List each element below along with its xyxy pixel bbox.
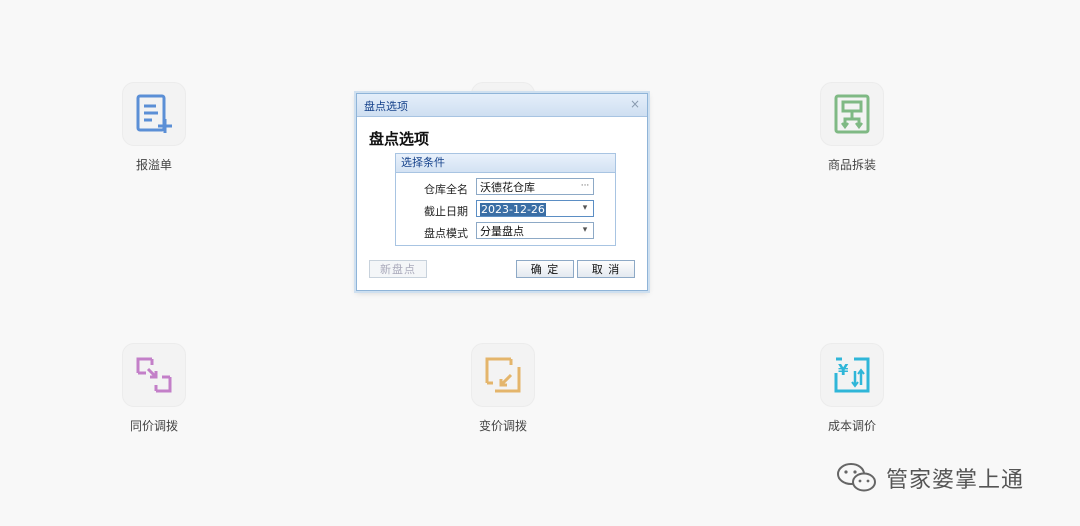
wechat-icon	[837, 463, 876, 492]
chevron-down-icon[interactable]: ▾	[577, 201, 593, 216]
cutoff-date-row: 截止日期 2023-12-26 ▾	[396, 200, 615, 218]
warehouse-value: 沃德花仓库	[480, 181, 535, 194]
new-count-button[interactable]: 新盘点	[369, 260, 427, 278]
warehouse-field[interactable]: 沃德花仓库 ···	[476, 178, 594, 195]
watermark-text: 管家婆掌上通	[886, 468, 1025, 493]
fieldset-title: 选择条件	[396, 154, 615, 173]
count-mode-select[interactable]: 分量盘点 ▾	[476, 222, 594, 239]
confirm-button[interactable]: 确 定	[516, 260, 574, 278]
warehouse-row: 仓库全名 沃德花仓库 ···	[396, 178, 615, 196]
tile-label: 成本调价	[827, 419, 876, 433]
dialog-titlebar[interactable]: 盘点选项 ×	[357, 94, 647, 117]
inventory-count-options-dialog: 盘点选项 × 盘点选项 选择条件 仓库全名 沃德花仓库 ··· 截止日期 202…	[356, 93, 648, 291]
transfer-icon	[136, 357, 172, 393]
tile-product-split[interactable]: 商品拆装	[792, 82, 912, 173]
price-transfer-icon	[485, 357, 521, 393]
tile-same-price-transfer[interactable]: 同价调拨	[94, 343, 214, 434]
tile-icon-box	[122, 82, 186, 146]
cutoff-date-label: 截止日期	[424, 205, 468, 218]
cutoff-date-field[interactable]: 2023-12-26 ▾	[476, 200, 594, 217]
document-add-icon	[136, 94, 172, 133]
count-mode-row: 盘点模式 分量盘点 ▾	[396, 222, 615, 240]
tile-icon-box: ¥	[820, 343, 884, 407]
warehouse-label: 仓库全名	[424, 183, 468, 196]
count-mode-value: 分量盘点	[480, 225, 524, 238]
cutoff-date-value: 2023-12-26	[480, 203, 546, 216]
tile-price-change-transfer[interactable]: 变价调拨	[443, 343, 563, 434]
tile-icon-box	[471, 343, 535, 407]
tile-overflow-report[interactable]: 报溢单	[94, 82, 214, 173]
ellipsis-button[interactable]: ···	[577, 179, 593, 194]
cancel-button[interactable]: 取 消	[577, 260, 635, 278]
split-assembly-icon	[834, 94, 870, 134]
tile-icon-box	[122, 343, 186, 407]
svg-text:¥: ¥	[838, 361, 849, 379]
count-mode-label: 盘点模式	[424, 227, 468, 240]
criteria-fieldset: 选择条件 仓库全名 沃德花仓库 ··· 截止日期 2023-12-26 ▾ 盘点…	[395, 153, 616, 246]
close-icon[interactable]: ×	[630, 97, 640, 111]
watermark: 管家婆掌上通	[836, 460, 1024, 496]
tile-label: 变价调拨	[478, 419, 527, 433]
tile-icon-box	[820, 82, 884, 146]
chevron-down-icon[interactable]: ▾	[577, 223, 593, 238]
tile-label: 商品拆装	[827, 158, 876, 172]
tile-label: 报溢单	[135, 158, 172, 172]
cost-adjust-icon: ¥	[834, 357, 870, 393]
tile-cost-adjust[interactable]: ¥ 成本调价	[792, 343, 912, 434]
tile-label: 同价调拨	[129, 419, 178, 433]
dialog-heading: 盘点选项	[369, 130, 430, 148]
dialog-title: 盘点选项	[364, 100, 408, 113]
